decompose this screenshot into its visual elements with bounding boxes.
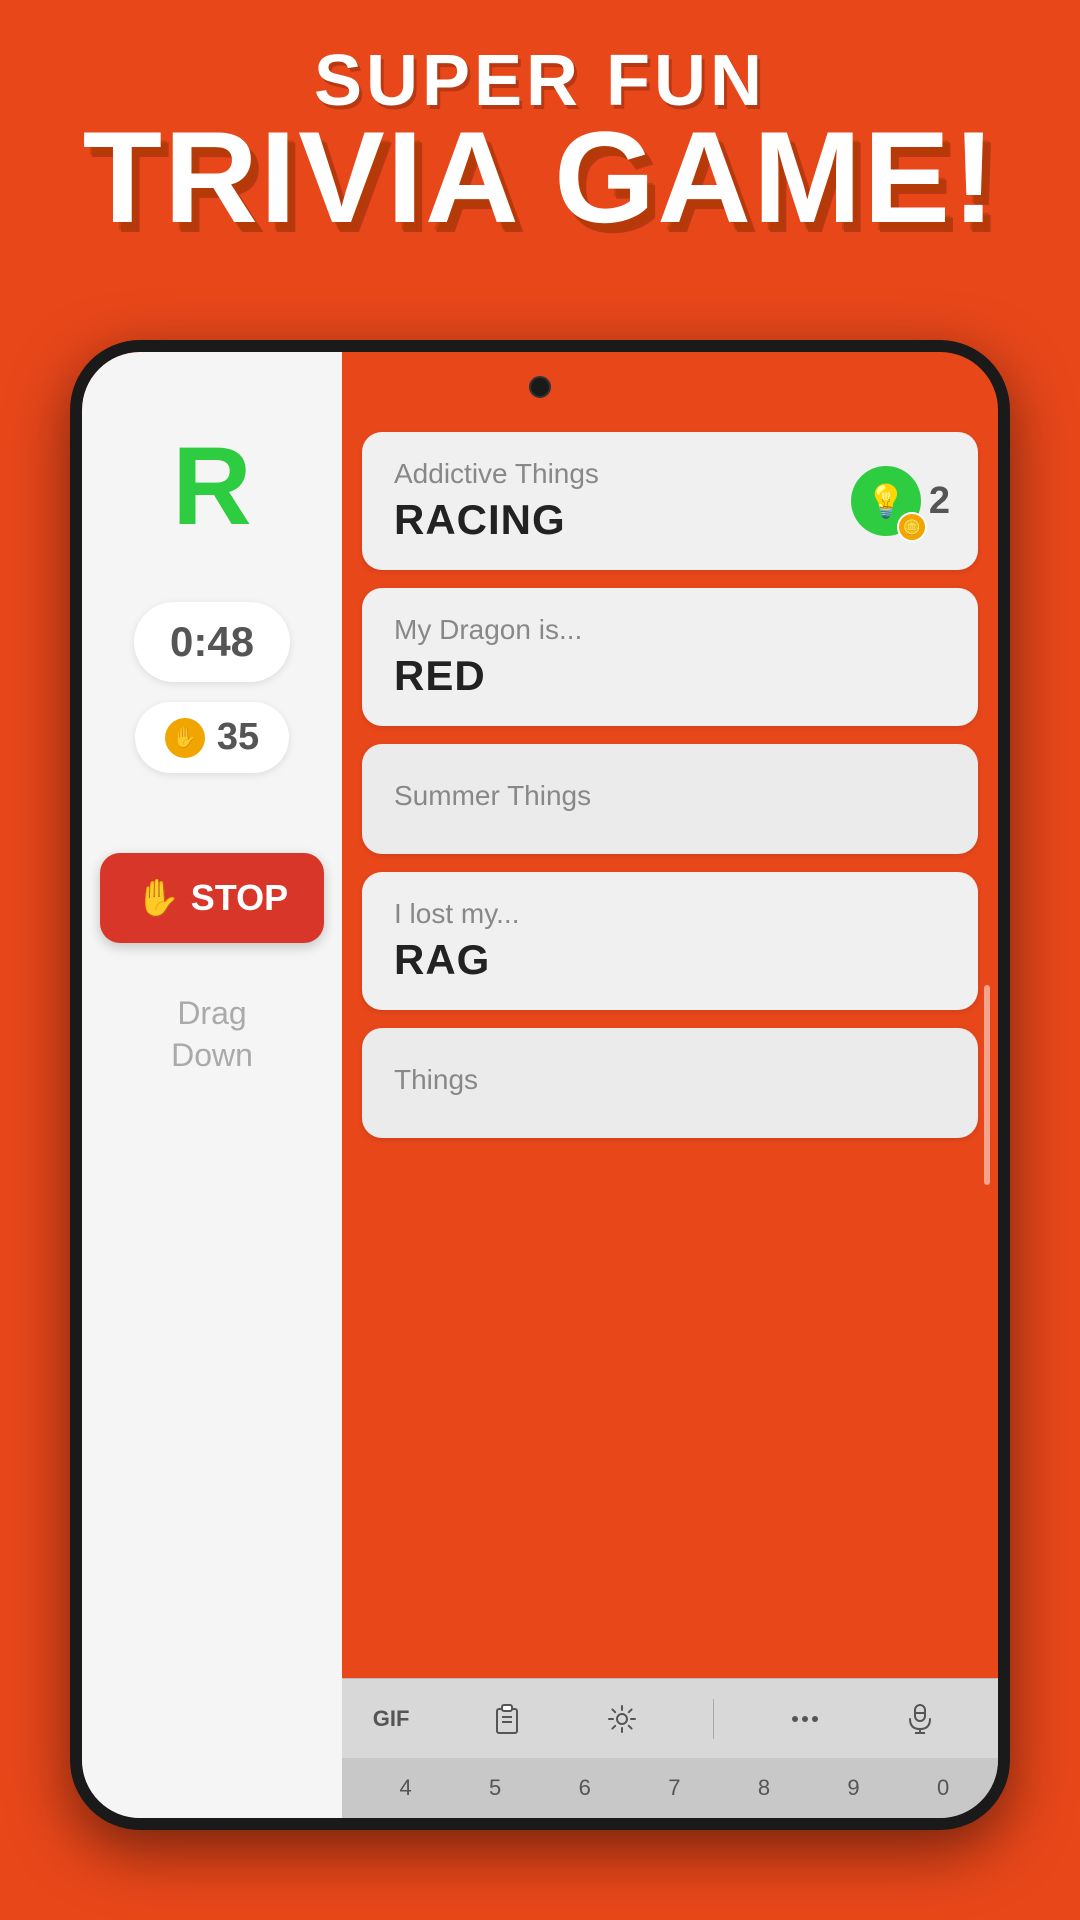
toolbar-divider: [713, 1699, 714, 1739]
key-5[interactable]: 5: [450, 1775, 540, 1801]
camera-dot: [529, 376, 551, 398]
card-dragon[interactable]: My Dragon is... RED: [362, 588, 978, 726]
card-5-category: Things: [394, 1064, 946, 1096]
card-2-category: My Dragon is...: [394, 614, 946, 646]
hint-circle: 💡 🪙: [851, 466, 921, 536]
current-letter: R: [172, 432, 251, 542]
phone-screen: R 0:48 ✋ 35 ✋ STOP DragDown Addictive Th…: [82, 352, 998, 1818]
card-4-answer: RAG: [394, 936, 946, 984]
key-6[interactable]: 6: [540, 1775, 630, 1801]
settings-icon[interactable]: [597, 1694, 647, 1744]
more-icon[interactable]: [780, 1694, 830, 1744]
cards-list: Addictive Things RACING 💡 🪙 2 My Dragon …: [342, 412, 998, 1678]
stop-icon: ✋: [136, 877, 181, 919]
clipboard-icon[interactable]: [482, 1694, 532, 1744]
coins-badge: ✋ 35: [135, 702, 289, 773]
sidebar: R 0:48 ✋ 35 ✋ STOP DragDown: [82, 352, 342, 1818]
card-addictive-things[interactable]: Addictive Things RACING 💡 🪙 2: [362, 432, 978, 570]
card-things[interactable]: Things: [362, 1028, 978, 1138]
card-3-category: Summer Things: [394, 780, 946, 812]
drag-down-text: DragDown: [171, 993, 253, 1076]
key-0[interactable]: 0: [898, 1775, 988, 1801]
header-section: SUPER FUN TRIVIA GAME!: [0, 40, 1080, 242]
key-9[interactable]: 9: [809, 1775, 899, 1801]
key-8[interactable]: 8: [719, 1775, 809, 1801]
key-4[interactable]: 4: [361, 1775, 451, 1801]
hint-badge[interactable]: 💡 🪙 2: [851, 466, 950, 536]
hint-count: 2: [929, 480, 950, 523]
card-lost[interactable]: I lost my... RAG: [362, 872, 978, 1010]
stop-button[interactable]: ✋ STOP: [100, 853, 324, 943]
scroll-indicator: [984, 985, 990, 1185]
stop-label: STOP: [191, 877, 288, 919]
timer-badge: 0:48: [134, 602, 290, 682]
key-7[interactable]: 7: [630, 1775, 720, 1801]
coins-value: 35: [217, 716, 259, 759]
card-2-answer: RED: [394, 652, 946, 700]
hint-coin-icon: 🪙: [897, 512, 927, 542]
trivia-game-text: TRIVIA GAME!: [0, 112, 1080, 242]
coin-icon: ✋: [165, 718, 205, 758]
phone-frame: R 0:48 ✋ 35 ✋ STOP DragDown Addictive Th…: [70, 340, 1010, 1830]
gif-icon[interactable]: GIF: [366, 1694, 416, 1744]
card-summer-things[interactable]: Summer Things: [362, 744, 978, 854]
card-4-category: I lost my...: [394, 898, 946, 930]
mic-icon[interactable]: [895, 1694, 945, 1744]
